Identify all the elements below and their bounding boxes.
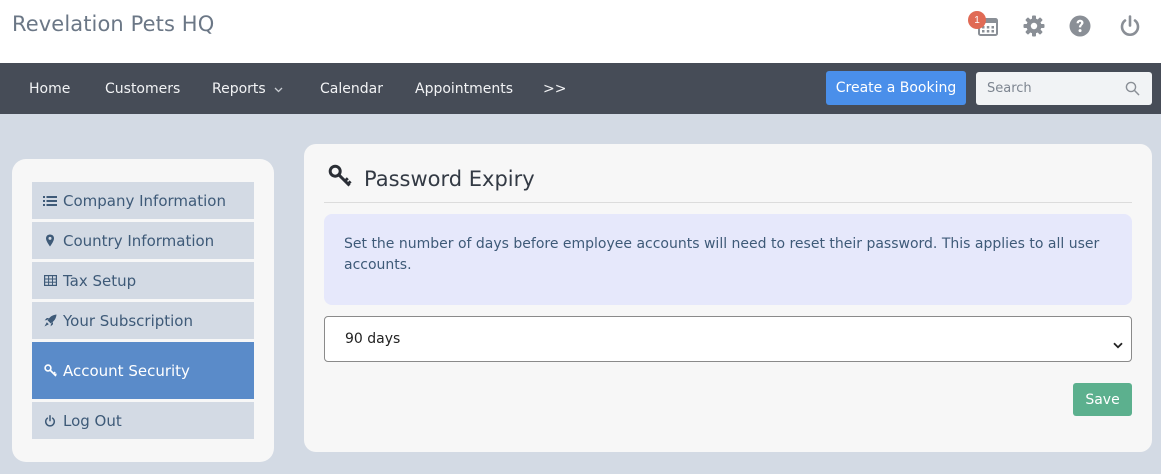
nav-appointments[interactable]: Appointments (415, 63, 513, 114)
help-icon[interactable] (1066, 12, 1094, 40)
chevron-down-icon (1113, 334, 1123, 353)
sidebar-item-label: Your Subscription (63, 311, 193, 330)
nav-more[interactable]: >> (543, 63, 566, 114)
save-button[interactable]: Save (1073, 383, 1132, 416)
nav-calendar[interactable]: Calendar (320, 63, 383, 114)
table-icon (43, 275, 57, 286)
search-icon[interactable] (1125, 81, 1140, 100)
sidebar-item-your-subscription[interactable]: Your Subscription (32, 302, 254, 339)
chevron-down-icon (274, 81, 283, 97)
selected-value: 90 days (345, 331, 401, 347)
create-booking-button[interactable]: Create a Booking (826, 71, 966, 105)
key-icon (328, 164, 352, 193)
nav-customers[interactable]: Customers (105, 63, 180, 114)
expiry-days-select[interactable]: 90 days (324, 316, 1132, 362)
app-title: Revelation Pets HQ (12, 12, 215, 36)
info-message: Set the number of days before employee a… (324, 214, 1132, 305)
power-icon (43, 414, 57, 427)
panel-title-text: Password Expiry (364, 166, 535, 191)
sidebar-item-tax-setup[interactable]: Tax Setup (32, 262, 254, 299)
sidebar-item-country-information[interactable]: Country Information (32, 222, 254, 259)
sidebar-item-label: Country Information (63, 231, 215, 250)
title-divider (324, 202, 1132, 203)
settings-sidebar: Company Information Country Information … (12, 159, 274, 462)
sidebar-item-label: Account Security (63, 361, 190, 380)
sidebar-item-log-out[interactable]: Log Out (32, 402, 254, 439)
nav-reports-label: Reports (212, 80, 266, 97)
sidebar-item-label: Tax Setup (63, 271, 137, 290)
password-expiry-panel: Password Expiry Set the number of days b… (304, 144, 1152, 452)
sidebar-item-label: Log Out (63, 411, 122, 430)
key-icon (43, 364, 57, 377)
map-marker-icon (43, 234, 57, 247)
page-title: Password Expiry (328, 164, 535, 193)
power-icon[interactable] (1116, 12, 1144, 40)
sidebar-item-company-information[interactable]: Company Information (32, 182, 254, 219)
gear-icon[interactable] (1020, 12, 1048, 40)
nav-reports[interactable]: Reports (212, 63, 283, 114)
notification-badge[interactable]: 1 (968, 11, 986, 29)
search-box (976, 72, 1152, 105)
rocket-icon (43, 314, 57, 327)
sidebar-item-account-security[interactable]: Account Security (32, 342, 254, 399)
nav-home[interactable]: Home (29, 63, 70, 114)
sidebar-item-label: Company Information (63, 191, 226, 210)
list-icon (43, 195, 57, 207)
search-input[interactable] (976, 72, 1116, 105)
top-header: Revelation Pets HQ 1 (0, 0, 1161, 63)
